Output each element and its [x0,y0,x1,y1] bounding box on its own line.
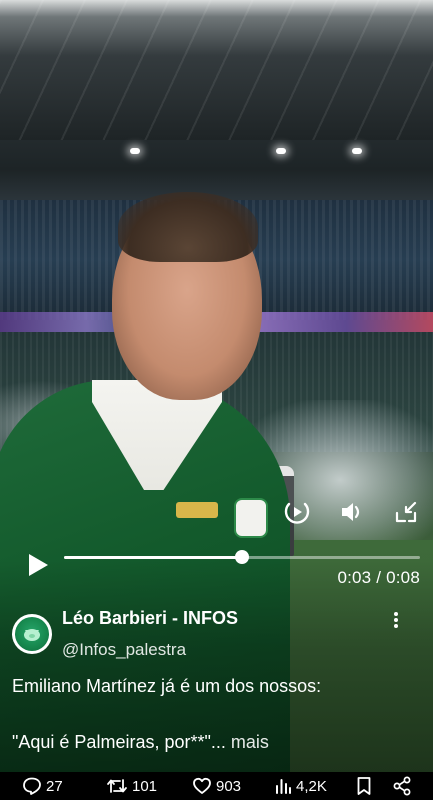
caption-line-1: Emiliano Martínez já é um dos nossos: [12,676,322,696]
repost-count: 101 [132,777,158,795]
play-circle-icon [284,502,310,524]
action-bar: 27 101 903 4,2K [0,772,433,800]
heart-icon [193,777,211,794]
repost-icon [107,779,127,793]
caption-line-2: "Aqui é Palmeiras, por**"... mais [12,732,269,753]
current-time: 0:03 [337,568,372,587]
floodlight [130,148,140,154]
more-vertical-icon [394,612,398,628]
repost-button[interactable]: 101 [106,772,157,800]
floodlight [276,148,286,154]
duration: 0:08 [386,568,420,587]
play-icon [29,554,48,576]
volume-button[interactable] [338,498,366,526]
bookmark-button[interactable] [356,772,372,800]
video-progress-thumb[interactable] [235,550,249,564]
avatar[interactable] [12,614,52,654]
caption-text: "Aqui é Palmeiras, por**"... [12,732,226,752]
author-name[interactable]: Léo Barbieri - INFOS [62,608,238,629]
floodlight [352,148,362,154]
avatar-logo [15,617,49,651]
shirt-sponsor-logo [176,502,218,518]
play-inline-button[interactable] [282,498,312,526]
volume-icon [342,503,360,521]
bookmark-icon [357,777,371,795]
reply-count: 27 [46,777,63,795]
like-count: 903 [216,777,242,795]
player-hair [118,192,258,262]
reply-icon [23,777,41,795]
reply-button[interactable]: 27 [22,772,63,800]
pig-logo-icon [24,629,40,641]
play-button[interactable] [20,549,56,581]
like-button[interactable]: 903 [192,772,241,800]
views-count: 4,2K [296,777,327,795]
show-more-link[interactable]: mais [226,732,269,752]
views-chart-icon [276,779,291,794]
views-button[interactable]: 4,2K [274,772,327,800]
stadium-roof [0,0,433,140]
video-time: 0:03 / 0:08 [337,568,420,588]
time-separator: / [371,568,387,587]
video-progress-bar[interactable] [64,550,420,564]
share-icon [393,776,411,796]
fullscreen-button[interactable] [392,498,420,526]
fullscreen-exit-icon [395,501,417,523]
shirt-badge [234,498,268,538]
video-progress-fill [64,556,242,559]
author-handle[interactable]: @Infos_palestra [62,640,186,660]
more-options-button[interactable] [386,610,406,630]
share-button[interactable] [392,772,412,800]
